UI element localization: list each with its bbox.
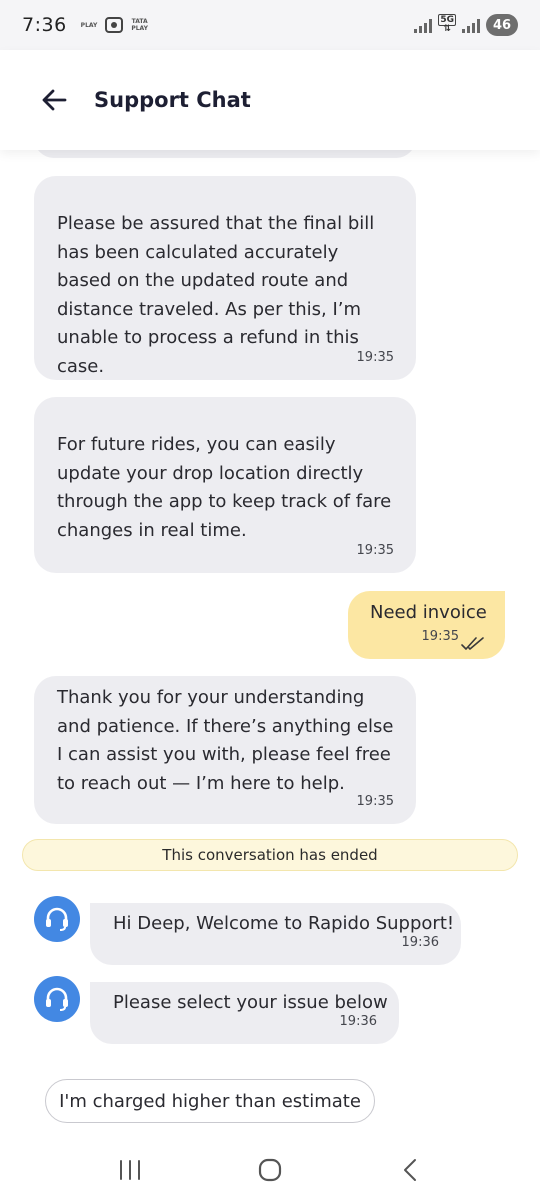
bot-message: Hi Deep, Welcome to Rapido Support! 19:3… — [90, 903, 461, 965]
message-text: Please be assured that the final bill ha… — [57, 213, 375, 377]
previous-message-bubble — [34, 150, 416, 158]
received-message: For future rides, you can easily update … — [34, 397, 416, 573]
status-left-icons: PLAY TATA PLAY — [81, 17, 148, 33]
page-title: Support Chat — [94, 88, 251, 112]
message-time: 19:35 — [356, 542, 394, 558]
status-time: 7:36 — [22, 14, 67, 36]
bot-message: Please select your issue below 19:36 — [90, 982, 399, 1044]
system-nav-bar — [0, 1140, 540, 1200]
play-tag: PLAY — [80, 21, 98, 29]
message-time: 19:35 — [356, 349, 394, 365]
sent-message: Need invoice 19:35 — [348, 591, 505, 659]
headset-icon — [46, 987, 68, 1011]
support-agent-avatar — [34, 896, 80, 942]
message-text: For future rides, you can easily update … — [57, 434, 392, 541]
message-time: 19:36 — [339, 1013, 377, 1029]
chevron-left-icon — [404, 1159, 416, 1181]
battery-icon: 46 — [486, 14, 518, 36]
recent-apps-icon — [120, 1160, 140, 1180]
app-header: Support Chat — [0, 50, 540, 150]
screenshot-icon — [105, 17, 124, 33]
received-message: Thank you for your understanding and pat… — [34, 676, 416, 824]
tata-play-tag: TATA PLAY — [131, 18, 148, 32]
signal-icon — [414, 17, 433, 33]
message-time: 19:35 — [421, 628, 459, 644]
conversation-ended-banner: This conversation has ended — [22, 839, 518, 871]
status-bar: 7:36 PLAY TATA PLAY 5G ⇅ 46 — [0, 0, 540, 50]
chat-area[interactable]: Please be assured that the final bill ha… — [0, 150, 540, 1140]
arrow-left-icon — [42, 89, 67, 111]
double-check-icon — [461, 637, 484, 650]
message-time: 19:35 — [356, 793, 394, 809]
issue-option-button[interactable]: I'm charged higher than estimate — [45, 1079, 375, 1123]
received-message: Please be assured that the final bill ha… — [34, 176, 416, 380]
headset-icon — [46, 907, 68, 931]
nav-back-button[interactable] — [390, 1150, 430, 1190]
message-time: 19:36 — [401, 934, 439, 950]
support-agent-avatar — [34, 976, 80, 1022]
home-icon — [258, 1158, 282, 1182]
status-right: 5G ⇅ 46 — [414, 14, 518, 36]
signal-icon-2 — [462, 17, 480, 33]
recent-apps-button[interactable] — [110, 1150, 150, 1190]
home-button[interactable] — [250, 1150, 290, 1190]
back-button[interactable] — [40, 86, 68, 114]
message-text: Thank you for your understanding and pat… — [57, 687, 394, 794]
network-5g-icon: 5G ⇅ — [438, 14, 456, 34]
